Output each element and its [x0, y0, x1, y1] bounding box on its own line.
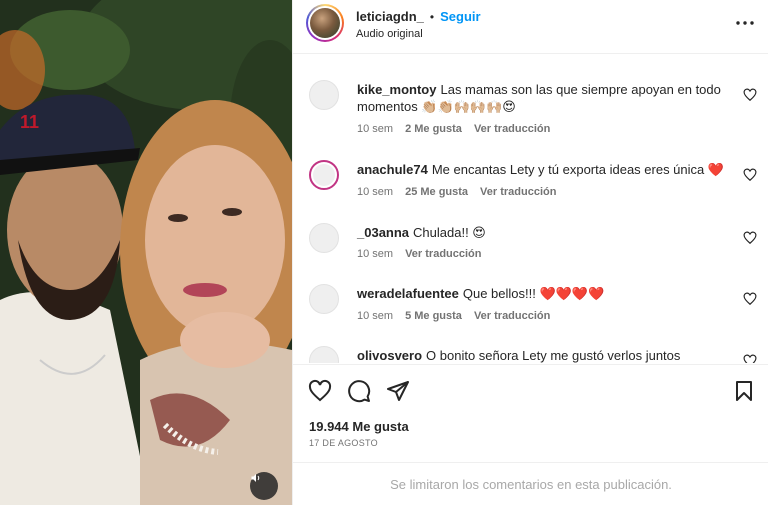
more-horizontal-icon — [736, 21, 754, 25]
paper-plane-icon[interactable] — [386, 379, 410, 403]
comment-avatar[interactable] — [309, 80, 339, 110]
comment-username[interactable]: anachule74 — [357, 162, 428, 177]
speaker-icon — [251, 474, 260, 482]
audio-toggle-button[interactable] — [250, 472, 278, 500]
comments-list[interactable]: kike_montoy Las mamas son las que siempre… — [293, 55, 768, 363]
comment-avatar[interactable] — [309, 160, 339, 190]
post-photo: 11 — [0, 0, 292, 505]
comment-username[interactable]: kike_montoy — [357, 82, 436, 97]
comment-text: weradelafuentee Que bellos!!! ❤️❤️❤️❤️ — [357, 285, 727, 302]
comment-avatar[interactable] — [309, 223, 339, 253]
post-actions: 19.944 Me gusta 17 DE AGOSTO — [293, 364, 768, 462]
comment-meta: 10 sem 25 Me gusta Ver traducción — [357, 186, 556, 198]
heart-outline-icon[interactable] — [743, 231, 757, 245]
heart-outline-icon[interactable] — [308, 379, 332, 403]
comment-body: Me encantas Lety y tú exporta ideas eres… — [431, 162, 725, 177]
comment-username[interactable]: olivosvero — [357, 348, 422, 363]
post-detail-panel: leticiagdn_ • Seguir Audio original kike… — [292, 0, 768, 505]
heart-outline-icon[interactable] — [743, 354, 757, 363]
author-avatar[interactable] — [306, 4, 344, 42]
author-row: leticiagdn_ • Seguir — [356, 9, 481, 24]
comment-likes[interactable]: 5 Me gusta — [405, 310, 462, 322]
comment-meta: 10 sem Ver traducción — [357, 248, 482, 260]
post-header: leticiagdn_ • Seguir Audio original — [293, 0, 768, 54]
audio-label[interactable]: Audio original — [356, 28, 423, 40]
author-username[interactable]: leticiagdn_ — [356, 9, 424, 24]
comment-time[interactable]: 10 sem — [357, 310, 393, 322]
bookmark-icon[interactable] — [732, 379, 756, 403]
more-options-button[interactable] — [734, 14, 756, 32]
translate-link[interactable]: Ver traducción — [474, 310, 550, 322]
comment-username[interactable]: weradelafuentee — [357, 286, 459, 301]
post-date[interactable]: 17 DE AGOSTO — [309, 438, 378, 448]
comment-body: Chulada!! 😍 — [413, 225, 486, 240]
comment-body: Que bellos!!! ❤️❤️❤️❤️ — [462, 286, 605, 301]
comments-limited-notice: Se limitaron los comentarios en esta pub… — [293, 462, 768, 505]
comment-avatar[interactable] — [309, 284, 339, 314]
likes-count[interactable]: 19.944 Me gusta — [309, 419, 409, 434]
translate-link[interactable]: Ver traducción — [474, 123, 550, 135]
comment-time[interactable]: 10 sem — [357, 248, 393, 260]
svg-text:11: 11 — [20, 112, 39, 132]
follow-button[interactable]: Seguir — [440, 9, 480, 24]
comment-text: olivosvero O bonito señora Lety me gustó … — [357, 347, 727, 363]
heart-outline-icon[interactable] — [743, 88, 757, 102]
comment-text: _03anna Chulada!! 😍 — [357, 224, 727, 241]
comment-likes[interactable]: 2 Me gusta — [405, 123, 462, 135]
comment-avatar[interactable] — [309, 346, 339, 363]
comment-bubble-icon[interactable] — [347, 379, 371, 403]
comment-time[interactable]: 10 sem — [357, 186, 393, 198]
comment-meta: 10 sem 5 Me gusta Ver traducción — [357, 310, 550, 322]
comments-limited-text: Se limitaron los comentarios en esta pub… — [390, 476, 672, 492]
comment-text: kike_montoy Las mamas son las que siempre… — [357, 81, 727, 115]
comment-likes[interactable]: 25 Me gusta — [405, 186, 468, 198]
comment-text: anachule74 Me encantas Lety y tú exporta … — [357, 161, 727, 178]
comment-time[interactable]: 10 sem — [357, 123, 393, 135]
post-media[interactable]: 11 — [0, 0, 292, 505]
separator-dot: • — [429, 9, 435, 24]
heart-outline-icon[interactable] — [743, 168, 757, 182]
heart-outline-icon[interactable] — [743, 292, 757, 306]
comment-body: O bonito señora Lety me gustó verlos jun… — [426, 348, 681, 363]
comment-username[interactable]: _03anna — [357, 225, 409, 240]
translate-link[interactable]: Ver traducción — [480, 186, 556, 198]
translate-link[interactable]: Ver traducción — [405, 248, 481, 260]
comment-meta: 10 sem 2 Me gusta Ver traducción — [357, 123, 550, 135]
